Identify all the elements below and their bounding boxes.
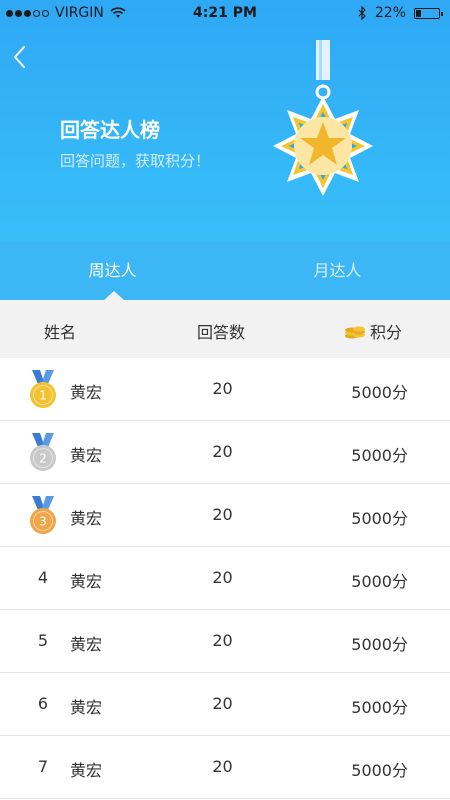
- column-name: 姓名: [44, 323, 77, 342]
- battery-percent: 22%: [374, 5, 406, 21]
- column-answers: 回答数: [197, 323, 246, 342]
- points-value: 5000分: [351, 509, 408, 528]
- status-right: 22%: [358, 5, 443, 21]
- column-header: 姓名 回答数 积分: [0, 300, 450, 358]
- table-row[interactable]: 5 黄宏 20 5000分: [0, 610, 450, 673]
- tab-monthly[interactable]: 月达人: [225, 242, 450, 300]
- table-row[interactable]: 1 黄宏 20 5000分: [0, 358, 450, 421]
- table-row[interactable]: 3 黄宏 20 5000分: [0, 484, 450, 547]
- ranking-list: 1 黄宏 20 5000分 2 黄宏 20 5000分 3 黄宏 20 5000分 4 黄宏 20 5000分…: [0, 358, 450, 799]
- table-row[interactable]: 4 黄宏 20 5000分: [0, 547, 450, 610]
- points-value: 5000分: [351, 572, 408, 591]
- header: VIRGIN 4:21 PM 22% 回答达人榜 回答问题，获取积分！ 周达人 …: [0, 0, 450, 301]
- points-value: 5000分: [351, 761, 408, 780]
- page-subtitle: 回答问题，获取积分！: [60, 152, 211, 170]
- points-value: 5000分: [351, 446, 408, 465]
- chevron-left-icon[interactable]: [10, 44, 32, 70]
- column-points-label: 积分: [370, 323, 403, 342]
- points-value: 5000分: [351, 698, 408, 717]
- table-row[interactable]: 2 黄宏 20 5000分: [0, 421, 450, 484]
- battery-icon: [414, 7, 443, 19]
- points-value: 5000分: [351, 383, 408, 402]
- page-title: 回答达人榜: [60, 118, 160, 142]
- tab-bar: 周达人 月达人: [0, 242, 450, 301]
- table-row[interactable]: 6 黄宏 20 5000分: [0, 673, 450, 736]
- table-row[interactable]: 7 黄宏 20 5000分: [0, 736, 450, 799]
- column-points: 积分: [344, 319, 402, 343]
- coins-icon: [345, 326, 365, 339]
- star-medal-icon: [273, 40, 373, 196]
- battery-level: [416, 9, 421, 17]
- status-bar: VIRGIN 4:21 PM 22%: [0, 0, 450, 28]
- bluetooth-icon: [358, 6, 366, 20]
- points-value: 5000分: [351, 635, 408, 654]
